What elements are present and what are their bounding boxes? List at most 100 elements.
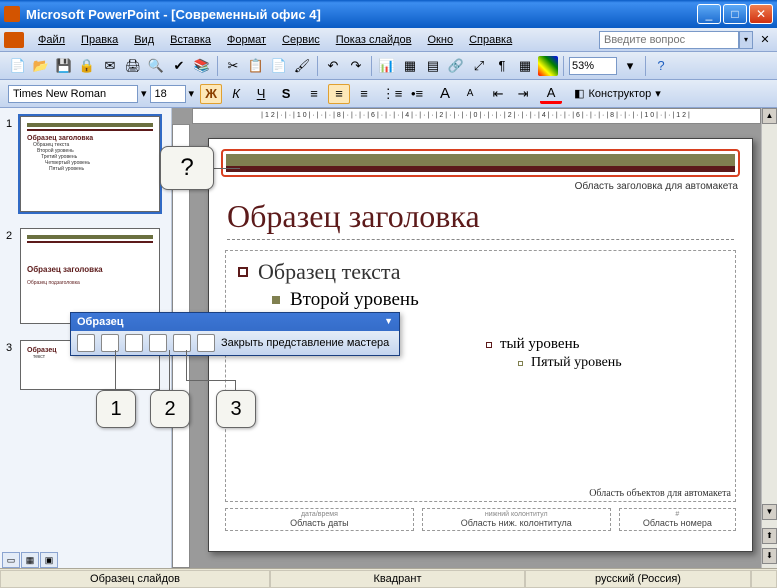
sorter-view-icon[interactable]: ▦	[21, 552, 39, 568]
cut-icon[interactable]: ✂	[223, 56, 243, 76]
master-icon-3[interactable]	[125, 334, 143, 352]
footer-placeholder[interactable]: нижний колонтитулОбласть ниж. колонтитул…	[422, 508, 611, 531]
menu-help[interactable]: Справка	[461, 32, 520, 48]
master-icon-2[interactable]	[101, 334, 119, 352]
slide-title[interactable]: Образец заголовка	[227, 198, 734, 240]
format-painter-icon[interactable]: 🖌	[292, 56, 312, 76]
menu-window[interactable]: Окно	[420, 32, 462, 48]
bullet-5-icon	[518, 361, 523, 366]
help-dropdown[interactable]: ▾	[739, 31, 753, 49]
control-icon[interactable]	[4, 32, 24, 48]
menu-format[interactable]: Формат	[219, 32, 274, 48]
font-dropdown-icon[interactable]: ▾	[141, 87, 147, 100]
thumbnail-2[interactable]: Образец заголовка Образец подзаголовка	[20, 228, 160, 324]
undo-icon[interactable]: ↶	[323, 56, 343, 76]
thumb-number: 2	[6, 228, 20, 324]
show-format-icon[interactable]: ¶	[492, 56, 512, 76]
bold-button[interactable]: Ж	[200, 84, 222, 104]
spell-icon[interactable]: ✔	[169, 56, 189, 76]
toolbar-dropdown-icon[interactable]: ▼	[384, 316, 393, 328]
chevron-down-icon: ▾	[655, 87, 661, 100]
designer-icon: ◧	[574, 87, 584, 100]
status-corner	[751, 570, 777, 588]
prev-slide-icon[interactable]: ⬆	[762, 528, 777, 544]
number-placeholder[interactable]: #Область номера	[619, 508, 736, 531]
zoom-dropdown-icon[interactable]: ▾	[620, 56, 640, 76]
email-icon[interactable]: ✉	[100, 56, 120, 76]
expand-icon[interactable]: ⤢	[469, 56, 489, 76]
menu-insert[interactable]: Вставка	[162, 32, 219, 48]
tables-icon[interactable]: ▤	[423, 56, 443, 76]
table-icon[interactable]: ▦	[400, 56, 420, 76]
master-icon-6[interactable]	[197, 334, 215, 352]
help-icon[interactable]: ?	[651, 56, 671, 76]
standard-toolbar: 📄 📂 💾 🔒 ✉ 🖨 🔍 ✔ 📚 ✂ 📋 📄 🖌 ↶ ↷ 📊 ▦ ▤ 🔗 ⤢ …	[0, 52, 777, 80]
align-left-icon[interactable]: ≡	[303, 84, 325, 104]
hyperlink-icon[interactable]: 🔗	[446, 56, 466, 76]
menu-view[interactable]: Вид	[126, 32, 162, 48]
bullet-2-icon	[272, 296, 280, 304]
master-icon-5[interactable]	[173, 334, 191, 352]
slideshow-view-icon[interactable]: ▣	[40, 552, 58, 568]
master-toolbar[interactable]: Образец ▼ Закрыть представление мастера	[70, 312, 400, 356]
underline-button[interactable]: Ч	[250, 84, 272, 104]
color-icon[interactable]	[538, 56, 558, 76]
font-color-icon[interactable]: A	[540, 84, 562, 104]
date-placeholder[interactable]: дата/времяОбласть даты	[225, 508, 414, 531]
callout-3: 3	[216, 390, 256, 428]
status-language[interactable]: русский (Россия)	[525, 570, 751, 588]
align-right-icon[interactable]: ≡	[353, 84, 375, 104]
paste-icon[interactable]: 📄	[269, 56, 289, 76]
menubar: Файл Правка Вид Вставка Формат Сервис По…	[0, 28, 777, 52]
align-center-icon[interactable]: ≡	[328, 84, 350, 104]
doc-close-button[interactable]: ✕	[757, 33, 773, 47]
horizontal-ruler[interactable]: |12|·|·|10|·|·|·|8|·|·|·|6|·|·|·|4|·|·|·…	[192, 108, 761, 124]
close-button[interactable]: ✕	[749, 4, 773, 24]
research-icon[interactable]: 📚	[192, 56, 212, 76]
title-placeholder[interactable]	[221, 149, 740, 177]
indent-icon[interactable]: ⇥	[512, 84, 534, 104]
bullets-icon[interactable]: •≡	[406, 84, 428, 104]
size-dropdown-icon[interactable]: ▾	[189, 87, 195, 100]
maximize-button[interactable]: □	[723, 4, 747, 24]
menu-tools[interactable]: Сервис	[274, 32, 328, 48]
designer-button[interactable]: ◧ Конструктор ▾	[568, 85, 667, 102]
shadow-button[interactable]: S	[275, 84, 297, 104]
new-icon[interactable]: 📄	[8, 56, 28, 76]
redo-icon[interactable]: ↷	[346, 56, 366, 76]
open-icon[interactable]: 📂	[31, 56, 51, 76]
copy-icon[interactable]: 📋	[246, 56, 266, 76]
zoom-input[interactable]	[569, 57, 617, 75]
scroll-down-icon[interactable]: ▼	[762, 504, 777, 520]
menu-slideshow[interactable]: Показ слайдов	[328, 32, 420, 48]
body-placeholder[interactable]: Образец текста Второй уровень овень тый …	[225, 250, 736, 502]
font-select[interactable]	[8, 85, 138, 103]
master-title: Образец	[77, 316, 124, 328]
size-select[interactable]	[150, 85, 186, 103]
font-grow-icon[interactable]: A	[434, 84, 456, 104]
chart-icon[interactable]: 📊	[377, 56, 397, 76]
next-slide-icon[interactable]: ⬇	[762, 548, 777, 564]
master-icon-4[interactable]	[149, 334, 167, 352]
grid-icon[interactable]: ▦	[515, 56, 535, 76]
close-master-button[interactable]: Закрыть представление мастера	[221, 337, 389, 349]
bullet-4-icon	[486, 342, 492, 348]
menu-edit[interactable]: Правка	[73, 32, 126, 48]
vertical-scrollbar[interactable]: ▲ ▼ ⬆ ⬇	[761, 108, 777, 568]
normal-view-icon[interactable]: ▭	[2, 552, 20, 568]
master-icon-1[interactable]	[77, 334, 95, 352]
title-hint: Область заголовка для автомакета	[209, 181, 738, 192]
numbering-icon[interactable]: ⋮≡	[381, 84, 403, 104]
print-icon[interactable]: 🖨	[123, 56, 143, 76]
thumbnail-1[interactable]: Образец заголовка Образец текста Второй …	[20, 116, 160, 212]
help-question-input[interactable]	[599, 31, 739, 49]
italic-button[interactable]: К	[225, 84, 247, 104]
preview-icon[interactable]: 🔍	[146, 56, 166, 76]
minimize-button[interactable]: _	[697, 4, 721, 24]
scroll-up-icon[interactable]: ▲	[762, 108, 777, 124]
menu-file[interactable]: Файл	[30, 32, 73, 48]
font-shrink-icon[interactable]: A	[459, 84, 481, 104]
outdent-icon[interactable]: ⇤	[487, 84, 509, 104]
save-icon[interactable]: 💾	[54, 56, 74, 76]
permission-icon[interactable]: 🔒	[77, 56, 97, 76]
